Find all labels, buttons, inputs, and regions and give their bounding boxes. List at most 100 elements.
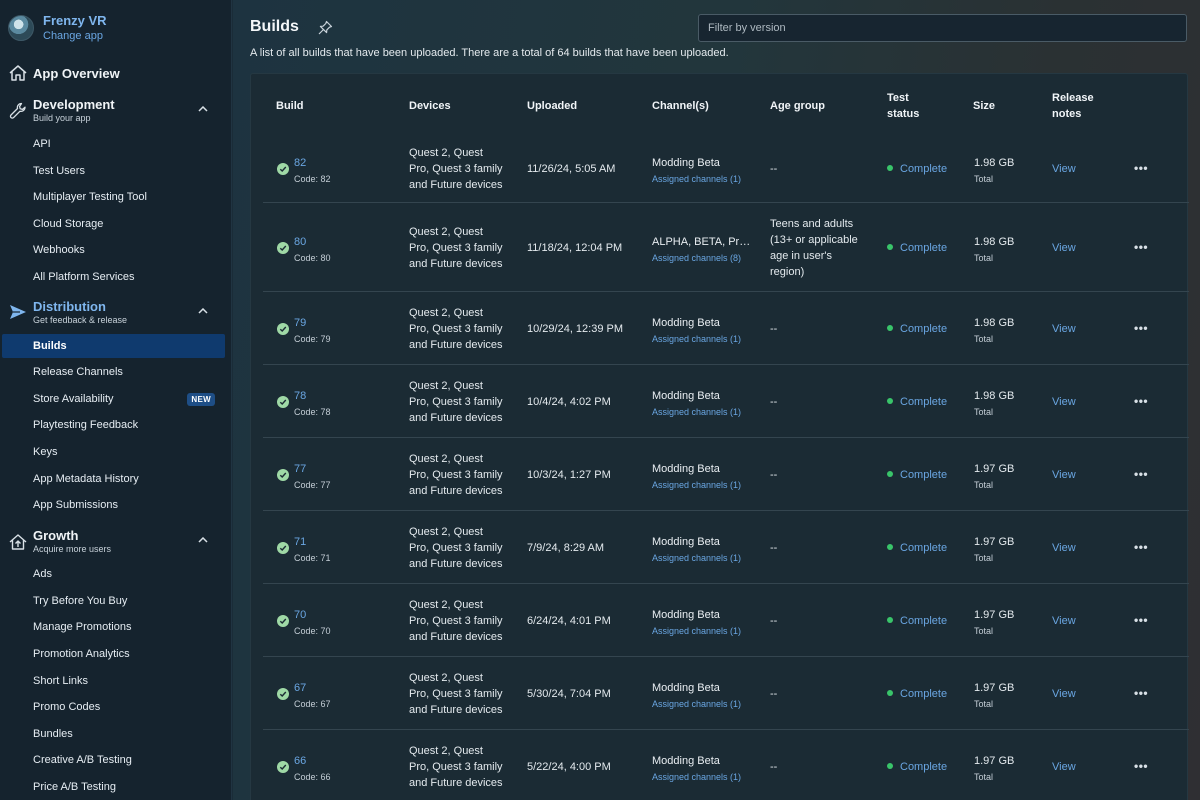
table-row[interactable]: 82 Code: 82 Quest 2, Quest Pro, Quest 3 fam…	[263, 134, 1189, 203]
sidebar-item-manage-promotions[interactable]: Manage Promotions	[2, 615, 225, 639]
sidebar-item-multiplayer-testing-tool[interactable]: Multiplayer Testing Tool	[2, 185, 225, 209]
build-number-link[interactable]: 82	[294, 155, 331, 171]
more-options-icon[interactable]: •••	[1134, 466, 1148, 482]
test-status: Complete	[887, 394, 947, 410]
test-status-label: Complete	[900, 614, 948, 627]
view-release-notes-link[interactable]: View	[1052, 161, 1076, 177]
devices-line: Pro, Quest 3 family	[409, 760, 503, 773]
view-release-notes-link[interactable]: View	[1052, 613, 1076, 629]
header-age-group[interactable]: Age group	[770, 98, 825, 114]
sidebar-item-promotion-analytics[interactable]: Promotion Analytics	[2, 642, 225, 666]
table-row[interactable]: 71 Code: 71 Quest 2, Quest Pro, Quest 3 fam…	[263, 511, 1189, 584]
assigned-channels-link[interactable]: Assigned channels (1)	[652, 331, 752, 347]
more-options-icon[interactable]: •••	[1134, 320, 1148, 336]
sidebar-item-builds[interactable]: Builds	[2, 334, 225, 358]
sidebar-item-creative-ab-testing[interactable]: Creative A/B Testing	[2, 748, 225, 772]
sidebar-item-try-before-you-buy[interactable]: Try Before You Buy	[2, 589, 225, 613]
sidebar-item-promo-codes[interactable]: Promo Codes	[2, 695, 225, 719]
sidebar-item-bundles[interactable]: Bundles	[2, 722, 225, 746]
more-options-icon[interactable]: •••	[1134, 393, 1148, 409]
view-release-notes-link[interactable]: View	[1052, 759, 1076, 775]
complete-check-icon	[277, 395, 289, 408]
build-number-link[interactable]: 80	[294, 234, 331, 250]
table-row[interactable]: 77 Code: 77 Quest 2, Quest Pro, Quest 3 fam…	[263, 438, 1189, 511]
more-options-icon[interactable]: •••	[1134, 539, 1148, 555]
nav-distribution[interactable]: Distribution Get feedback & release	[0, 299, 231, 325]
more-options-icon[interactable]: •••	[1134, 612, 1148, 628]
table-row[interactable]: 78 Code: 78 Quest 2, Quest Pro, Quest 3 fam…	[263, 365, 1189, 438]
view-release-notes-link[interactable]: View	[1052, 686, 1076, 702]
sidebar-item-release-channels[interactable]: Release Channels	[2, 360, 225, 384]
table-row[interactable]: 67 Code: 67 Quest 2, Quest Pro, Quest 3 fam…	[263, 657, 1189, 730]
assigned-channels-link[interactable]: Assigned channels (1)	[652, 623, 752, 639]
table-row[interactable]: 66 Code: 66 Quest 2, Quest Pro, Quest 3 fam…	[263, 730, 1189, 800]
build-number-link[interactable]: 79	[294, 315, 331, 331]
chevron-up-icon[interactable]	[196, 533, 210, 547]
view-release-notes-link[interactable]: View	[1052, 321, 1076, 337]
view-release-notes-link[interactable]: View	[1052, 394, 1076, 410]
age-group-line: --	[770, 614, 778, 627]
sidebar-item-app-submissions[interactable]: App Submissions	[2, 493, 225, 517]
sidebar-item-ads[interactable]: Ads	[2, 562, 225, 586]
header-size[interactable]: Size	[973, 98, 995, 114]
assigned-channels-link[interactable]: Assigned channels (8)	[652, 250, 752, 266]
assigned-channels-link[interactable]: Assigned channels (1)	[652, 404, 752, 420]
sidebar-item-api[interactable]: API	[2, 132, 225, 156]
sidebar-item-cloud-storage[interactable]: Cloud Storage	[2, 212, 225, 236]
header-uploaded[interactable]: Uploaded	[527, 98, 577, 114]
assigned-channels-link[interactable]: Assigned channels (1)	[652, 477, 752, 493]
header-test-status-2[interactable]: status	[887, 106, 919, 122]
table-row[interactable]: 79 Code: 79 Quest 2, Quest Pro, Quest 3 fam…	[263, 292, 1189, 365]
more-options-icon[interactable]: •••	[1134, 160, 1148, 176]
header-release-notes-2[interactable]: notes	[1052, 106, 1081, 122]
sidebar-item-webhooks[interactable]: Webhooks	[2, 238, 225, 262]
sidebar-item-short-links[interactable]: Short Links	[2, 669, 225, 693]
sidebar-item-all-platform-services[interactable]: All Platform Services	[2, 265, 225, 289]
more-options-icon[interactable]: •••	[1134, 758, 1148, 774]
uploaded-date: 11/18/24, 12:04 PM	[527, 241, 623, 254]
more-options-icon[interactable]: •••	[1134, 239, 1148, 255]
sidebar-item-test-users[interactable]: Test Users	[2, 159, 225, 183]
header-channels[interactable]: Channel(s)	[652, 98, 709, 114]
devices-line: Pro, Quest 3 family	[409, 162, 503, 175]
sidebar-item-price-ab-testing[interactable]: Price A/B Testing	[2, 775, 225, 799]
chevron-up-icon[interactable]	[196, 304, 210, 318]
assigned-channels-link[interactable]: Assigned channels (1)	[652, 769, 752, 785]
nav-development[interactable]: Development Build your app	[0, 97, 231, 123]
table-row[interactable]: 80 Code: 80 Quest 2, Quest Pro, Quest 3 fam…	[263, 203, 1189, 292]
view-release-notes-link[interactable]: View	[1052, 240, 1076, 256]
filter-input[interactable]	[698, 14, 1187, 42]
build-code: Code: 78	[294, 406, 331, 417]
sidebar: Frenzy VR Change app App Overview Develo…	[0, 0, 232, 800]
assigned-channels-link[interactable]: Assigned channels (1)	[652, 696, 752, 712]
header-release-notes-1[interactable]: Release	[1052, 90, 1094, 106]
header-build[interactable]: Build	[276, 98, 304, 114]
channel-name: Modding Beta	[652, 389, 720, 402]
table-row[interactable]: 70 Code: 70 Quest 2, Quest Pro, Quest 3 fam…	[263, 584, 1189, 657]
view-release-notes-link[interactable]: View	[1052, 540, 1076, 556]
app-switcher[interactable]: Frenzy VR Change app	[8, 12, 107, 44]
view-release-notes-link[interactable]: View	[1052, 467, 1076, 483]
more-options-icon[interactable]: •••	[1134, 685, 1148, 701]
build-number-link[interactable]: 78	[294, 388, 331, 404]
sidebar-item-store-availability[interactable]: Store Availability NEW	[2, 387, 225, 411]
status-dot-icon	[887, 762, 893, 769]
nav-app-overview[interactable]: App Overview	[0, 61, 231, 85]
build-number-link[interactable]: 66	[294, 753, 331, 769]
nav-growth[interactable]: Growth Acquire more users	[0, 528, 231, 554]
assigned-channels-link[interactable]: Assigned channels (1)	[652, 550, 752, 566]
header-devices[interactable]: Devices	[409, 98, 451, 114]
change-app-link[interactable]: Change app	[43, 30, 107, 43]
sidebar-item-keys[interactable]: Keys	[2, 440, 225, 464]
header-test-status-1[interactable]: Test	[887, 90, 909, 106]
sidebar-item-playtesting-feedback[interactable]: Playtesting Feedback	[2, 413, 225, 437]
channel-name: Modding Beta	[652, 462, 720, 475]
chevron-up-icon[interactable]	[196, 102, 210, 116]
build-number-link[interactable]: 67	[294, 680, 331, 696]
build-number-link[interactable]: 71	[294, 534, 331, 550]
sidebar-item-app-metadata-history[interactable]: App Metadata History	[2, 467, 225, 491]
build-number-link[interactable]: 77	[294, 461, 331, 477]
build-number-link[interactable]: 70	[294, 607, 331, 623]
pin-icon[interactable]	[317, 20, 333, 36]
assigned-channels-link[interactable]: Assigned channels (1)	[652, 171, 752, 187]
